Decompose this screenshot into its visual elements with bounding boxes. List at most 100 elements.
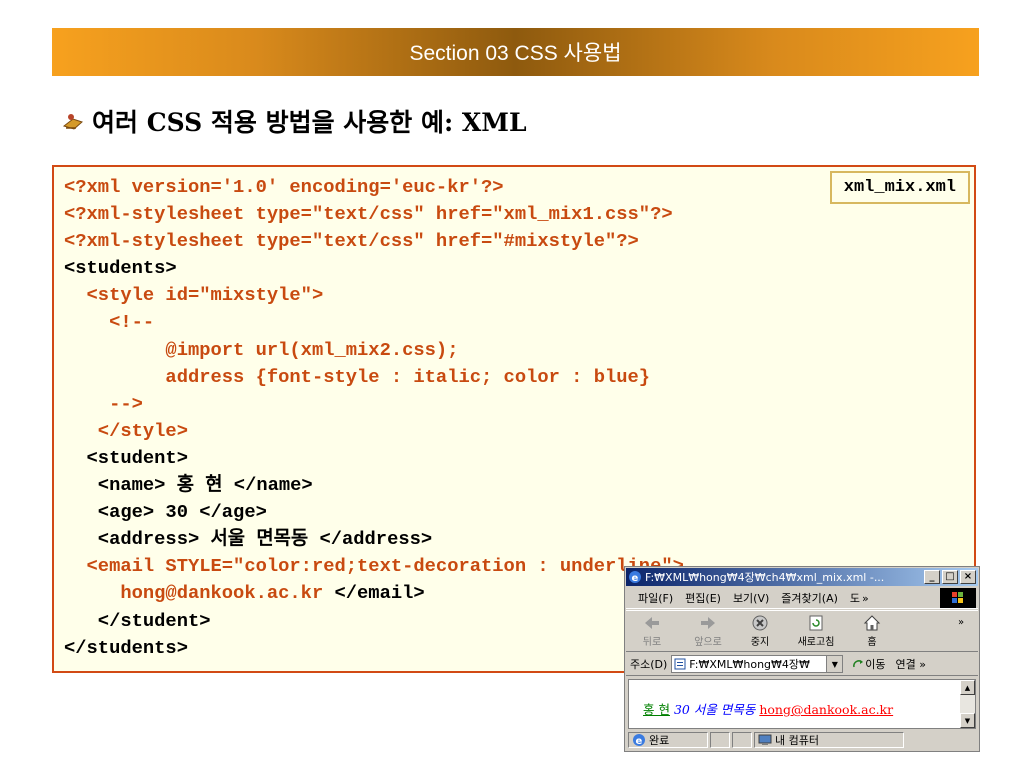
- stop-button[interactable]: 중지: [738, 613, 782, 649]
- browser-content: 홍 현 30 서울 면목동 hong@dankook.ac.kr ▲ ▼: [628, 679, 976, 729]
- back-label: 뒤로: [642, 637, 662, 648]
- address-input[interactable]: F:₩XML₩hong₩4장₩ ▼: [671, 655, 844, 673]
- code-token: </email>: [334, 582, 425, 605]
- code-line: -->: [64, 391, 684, 418]
- links-label[interactable]: 연결 »: [896, 656, 926, 672]
- forward-arrow-icon: [701, 617, 715, 629]
- vertical-scrollbar[interactable]: ▲ ▼: [960, 680, 975, 728]
- status-panel-main: e 완료: [628, 732, 708, 748]
- address-bar: 주소(D) F:₩XML₩hong₩4장₩ ▼ 이동 연결 »: [626, 653, 978, 676]
- close-button[interactable]: ×: [960, 570, 976, 584]
- code-token: <student>: [64, 446, 188, 469]
- browser-window: e F:₩XML₩hong₩4장₩ch4₩xml_mix.xml -... _ …: [624, 566, 980, 752]
- rendered-age: 30: [673, 702, 690, 717]
- menu-bar: 파일(F) 편집(E) 보기(V) 즐겨찾기(A) 도 »: [626, 588, 978, 609]
- code-token: <?xml-stylesheet type="text/css" href="#…: [64, 230, 639, 253]
- file-name-label: xml_mix.xml: [829, 171, 970, 204]
- browser-title: F:₩XML₩hong₩4장₩ch4₩xml_mix.xml -...: [645, 571, 885, 584]
- page-icon: [674, 658, 686, 670]
- home-button[interactable]: 홈: [850, 613, 894, 649]
- code-line: <?xml version='1.0' encoding='euc-kr'?>: [64, 174, 684, 201]
- forward-label: 앞으로: [694, 637, 722, 648]
- status-panel-2: [710, 732, 730, 748]
- slide-heading: 여러 CSS 적용 방법을 사용한 예: XML: [62, 101, 527, 141]
- code-lines: <?xml version='1.0' encoding='euc-kr'?> <…: [64, 174, 684, 662]
- home-label: 홈: [867, 637, 877, 648]
- code-token: @import url(xml_mix2.css);: [64, 338, 459, 361]
- code-token: </student>: [64, 609, 211, 632]
- svg-text:e: e: [636, 736, 643, 747]
- rendered-name: 홍 현: [643, 702, 670, 717]
- code-token: <age> 30 </age>: [64, 501, 267, 524]
- menu-view[interactable]: 보기(V): [733, 590, 769, 606]
- minimize-button[interactable]: _: [924, 570, 940, 584]
- code-line: <style id="mixstyle">: [64, 282, 684, 309]
- back-button[interactable]: 뒤로: [630, 613, 674, 649]
- section-title: Section 03 CSS 사용법: [409, 42, 622, 65]
- code-line: <age> 30 </age>: [64, 499, 684, 526]
- windows-logo-icon: [940, 588, 976, 608]
- code-line: <email STYLE="color:red;text-decoration …: [64, 553, 684, 580]
- code-token: <?xml version='1.0' encoding='euc-kr'?>: [64, 176, 504, 198]
- code-line: <name> 홍 현 </name>: [64, 472, 684, 499]
- menu-more[interactable]: »: [862, 592, 869, 605]
- code-token: <students>: [64, 257, 177, 280]
- stop-icon: [752, 615, 768, 631]
- menu-file[interactable]: 파일(F): [638, 590, 673, 606]
- maximize-button[interactable]: □: [942, 570, 958, 584]
- address-value: F:₩XML₩hong₩4장₩: [689, 658, 810, 671]
- code-line: <?xml-stylesheet type="text/css" href="#…: [64, 228, 684, 255]
- code-token: -->: [64, 392, 143, 415]
- windows-flag-icon: [952, 592, 963, 603]
- refresh-icon: [809, 615, 823, 631]
- refresh-label: 새로고침: [797, 637, 835, 648]
- status-bar: e 완료 내 컴퓨터: [626, 730, 978, 750]
- ie-page-icon: e: [633, 734, 645, 747]
- code-token: <style id="mixstyle">: [64, 284, 324, 307]
- go-button[interactable]: 이동: [851, 656, 886, 672]
- code-token: address {font-style : italic; color : bl…: [64, 365, 651, 388]
- status-zone: 내 컴퓨터: [775, 734, 819, 747]
- code-line: @import url(xml_mix2.css);: [64, 337, 684, 364]
- browser-titlebar[interactable]: e F:₩XML₩hong₩4장₩ch4₩xml_mix.xml -... _ …: [626, 568, 978, 586]
- my-computer-icon: [758, 734, 772, 745]
- address-dropdown-icon[interactable]: ▼: [826, 656, 843, 672]
- code-token: </students>: [64, 636, 188, 659]
- rendered-email[interactable]: hong@dankook.ac.kr: [759, 702, 893, 717]
- code-line: <?xml-stylesheet type="text/css" href="x…: [64, 201, 684, 228]
- code-line: <!--: [64, 309, 684, 336]
- code-token: <?xml-stylesheet type="text/css" href="x…: [64, 203, 673, 226]
- code-token: <email STYLE="color:red;text-decoration …: [64, 555, 684, 578]
- menu-favorites[interactable]: 즐겨찾기(A): [781, 590, 838, 606]
- code-token: hong@dankook.ac.kr: [64, 582, 335, 605]
- toolbar-more-button[interactable]: »: [948, 617, 974, 653]
- code-line: <address> 서울 면목동 </address>: [64, 526, 684, 553]
- menu-tools[interactable]: 도: [850, 590, 860, 606]
- status-zone-panel: 내 컴퓨터: [754, 732, 904, 748]
- code-line: </student>: [64, 608, 684, 635]
- toolbar-more-label: »: [957, 617, 965, 628]
- scroll-up-icon[interactable]: ▲: [960, 680, 975, 695]
- bullet-icon: [62, 114, 83, 130]
- code-line: hong@dankook.ac.kr </email>: [64, 580, 684, 607]
- code-token: </style>: [64, 419, 188, 442]
- menu-edit[interactable]: 편집(E): [685, 590, 721, 606]
- back-arrow-icon: [645, 617, 659, 629]
- code-token: <!--: [64, 311, 155, 334]
- home-icon: [863, 615, 881, 631]
- code-token: <name> 홍 현 </name>: [64, 474, 313, 497]
- code-line: <student>: [64, 445, 684, 472]
- code-line: </students>: [64, 635, 684, 662]
- status-panel-3: [732, 732, 752, 748]
- go-label: 이동: [865, 658, 886, 671]
- address-label: 주소(D): [630, 658, 668, 671]
- code-line: </style>: [64, 418, 684, 445]
- scroll-down-icon[interactable]: ▼: [960, 713, 975, 728]
- section-title-bar: Section 03 CSS 사용법: [52, 28, 979, 76]
- code-token: <address> 서울 면목동 </address>: [64, 528, 433, 551]
- code-line: <students>: [64, 255, 684, 282]
- forward-button[interactable]: 앞으로: [686, 613, 730, 649]
- browser-toolbar: 뒤로 앞으로 중지 새로고침 홈 »: [626, 610, 978, 652]
- refresh-button[interactable]: 새로고침: [788, 613, 844, 649]
- rendered-address: 서울 면목동: [693, 702, 756, 717]
